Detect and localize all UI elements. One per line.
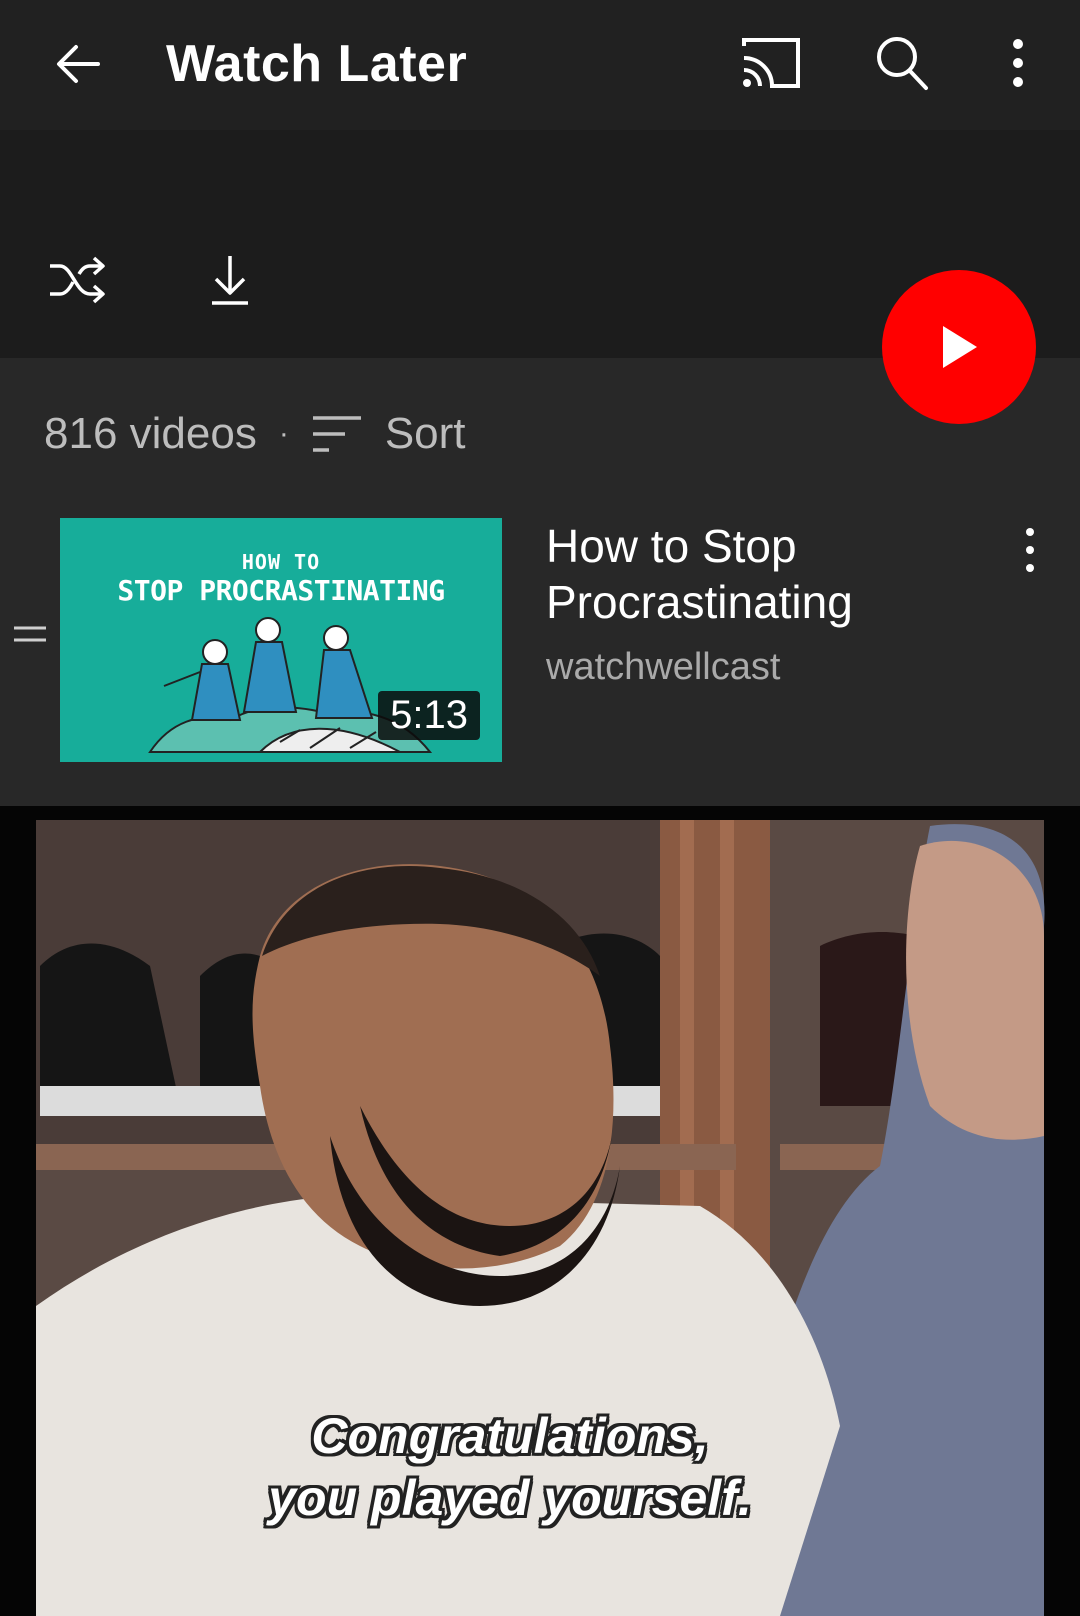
video-more-icon[interactable] — [1018, 526, 1042, 574]
channel-name[interactable]: watchwellcast — [546, 646, 780, 689]
play-all-button[interactable] — [882, 270, 1036, 424]
top-app-bar: Watch Later — [0, 0, 1080, 130]
separator-dot: · — [278, 417, 289, 450]
play-icon — [943, 326, 977, 368]
list-item[interactable]: HOW TO STOP PROCRASTINATING 5:13 How to … — [0, 518, 1080, 768]
meme-caption-line1: Congratulations, — [311, 1408, 709, 1464]
meme-image: Congratulations, you played yourself. — [0, 806, 1080, 1616]
sort-icon[interactable] — [311, 414, 363, 454]
playlist-meta-row: 816 videos · Sort — [44, 404, 466, 464]
video-thumbnail[interactable]: HOW TO STOP PROCRASTINATING 5:13 — [60, 518, 502, 762]
drag-handle-icon[interactable] — [12, 622, 48, 646]
playlist-content: 816 videos · Sort HOW TO STOP PROCRASTIN… — [0, 358, 1080, 806]
page-title: Watch Later — [166, 35, 468, 93]
back-arrow-icon[interactable] — [50, 36, 106, 92]
video-duration: 5:13 — [378, 691, 480, 740]
shuffle-icon[interactable] — [46, 252, 108, 308]
cast-icon[interactable] — [740, 36, 802, 90]
video-title[interactable]: How to Stop Procrastinating — [546, 518, 986, 630]
thumbnail-text-top: HOW TO — [241, 550, 321, 574]
more-vertical-icon[interactable] — [1000, 36, 1036, 90]
meme-caption-line2: you played yourself. — [268, 1470, 752, 1526]
video-count: 816 videos — [44, 409, 257, 458]
download-icon[interactable] — [208, 252, 252, 308]
sort-button[interactable]: Sort — [385, 409, 466, 459]
search-icon[interactable] — [874, 34, 930, 92]
